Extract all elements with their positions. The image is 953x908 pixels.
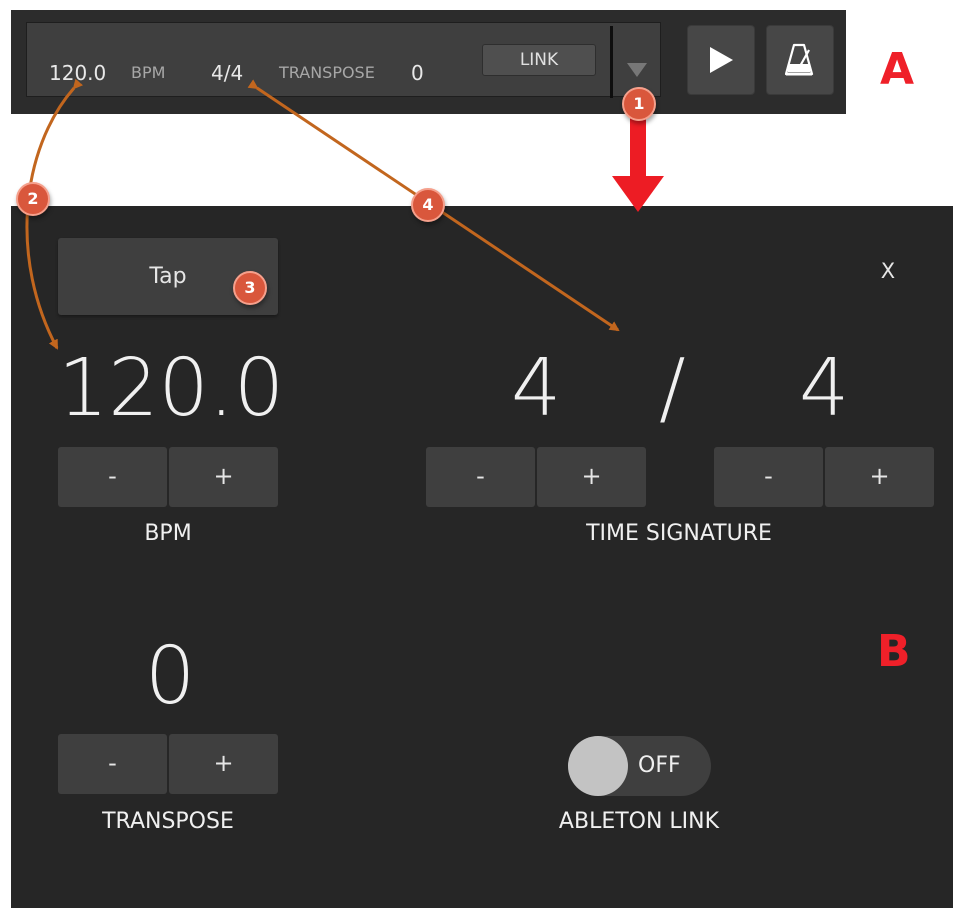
expand-dropdown-button[interactable]: [617, 29, 657, 91]
time-signature-readout[interactable]: 4/4: [211, 61, 243, 85]
expand-arrow: [612, 118, 664, 212]
bpm-readout-label: BPM: [131, 63, 166, 82]
time-signature-caption: TIME SIGNATURE: [586, 521, 772, 546]
bpm-readout[interactable]: 120.0: [49, 61, 106, 85]
toggle-knob: [568, 736, 628, 796]
numerator-decrease-button[interactable]: -: [426, 447, 535, 507]
ableton-link-toggle[interactable]: OFF: [568, 736, 711, 796]
numerator-stepper: - +: [426, 447, 646, 507]
play-button[interactable]: [687, 25, 755, 95]
metronome-button[interactable]: [766, 25, 834, 95]
triangle-down-icon: [627, 63, 647, 77]
transpose-caption: TRANSPOSE: [102, 809, 234, 834]
section-label-b: B: [877, 626, 911, 677]
time-signature-separator: /: [659, 342, 686, 434]
transpose-readout-label: TRANSPOSE: [279, 63, 375, 82]
bpm-value: 120.0: [58, 342, 285, 434]
numerator-increase-button[interactable]: +: [537, 447, 646, 507]
time-signature-denominator: 4: [799, 342, 850, 434]
bpm-caption: BPM: [144, 521, 192, 546]
play-icon: [710, 47, 733, 73]
transpose-decrease-button[interactable]: -: [58, 734, 167, 794]
bpm-stepper: - +: [58, 447, 278, 507]
toggle-state-label: OFF: [638, 753, 681, 778]
transport-display[interactable]: 120.0 BPM 4/4 TRANSPOSE 0 LINK: [26, 22, 661, 98]
transpose-stepper: - +: [58, 734, 278, 794]
link-button[interactable]: LINK: [482, 44, 596, 76]
denominator-decrease-button[interactable]: -: [714, 447, 823, 507]
ableton-link-caption: ABLETON LINK: [558, 809, 720, 834]
transport-settings-panel: Tap X 120.0 - + BPM 4 / 4 - + - + TIME S…: [11, 206, 953, 908]
denominator-increase-button[interactable]: +: [825, 447, 934, 507]
transpose-increase-button[interactable]: +: [169, 734, 278, 794]
close-panel-button[interactable]: X: [873, 256, 903, 286]
bpm-decrease-button[interactable]: -: [58, 447, 167, 507]
annotation-badge-2: 2: [16, 182, 50, 216]
metronome-icon: [785, 43, 814, 76]
annotation-badge-4: 4: [411, 188, 445, 222]
denominator-stepper: - +: [714, 447, 934, 507]
transport-bar: 120.0 BPM 4/4 TRANSPOSE 0 LINK: [11, 10, 846, 114]
transpose-readout[interactable]: 0: [411, 61, 424, 85]
time-signature-numerator: 4: [511, 342, 562, 434]
transpose-value: 0: [145, 630, 196, 722]
section-label-a: A: [880, 44, 915, 95]
bpm-increase-button[interactable]: +: [169, 447, 278, 507]
annotation-badge-1: 1: [622, 87, 656, 121]
display-divider: [610, 26, 613, 98]
annotation-badge-3: 3: [233, 271, 267, 305]
